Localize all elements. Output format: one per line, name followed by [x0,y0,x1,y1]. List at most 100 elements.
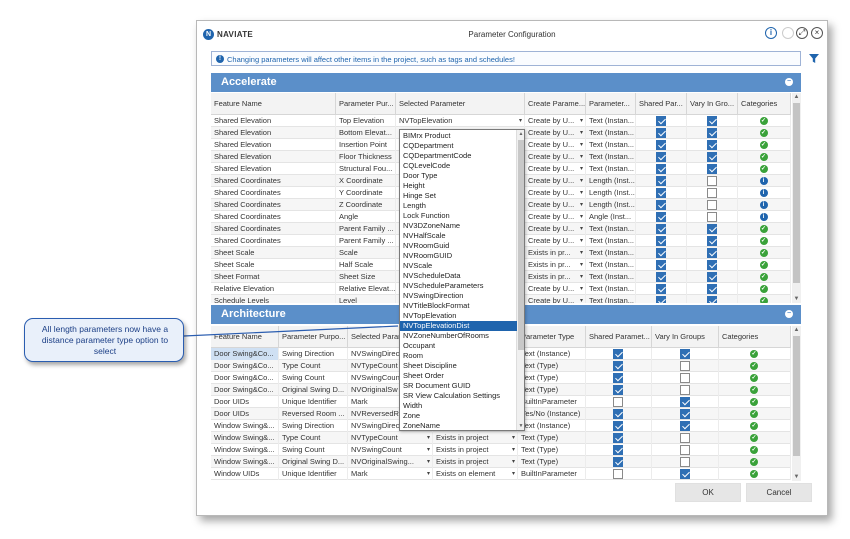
cell-categories[interactable]: ✓ [719,444,791,456]
cell-vary[interactable] [687,259,738,271]
cell-shared[interactable] [636,283,687,295]
chevron-down-icon[interactable]: ▾ [580,115,583,127]
cell-ptype[interactable]: Text (Type) [518,456,586,468]
chevron-down-icon[interactable]: ▾ [580,151,583,163]
chevron-down-icon[interactable]: ▾ [580,127,583,139]
chevron-down-icon[interactable]: ▾ [427,456,430,468]
check-circle-icon[interactable]: ✓ [759,249,768,257]
dropdown-option[interactable]: Lock Function [400,211,517,221]
cell-shared[interactable] [586,396,652,408]
cell-vary[interactable] [652,444,719,456]
cell-shared[interactable] [586,408,652,420]
cell-ptype[interactable]: Text (Instan... [586,295,636,303]
chevron-down-icon[interactable]: ▾ [580,271,583,283]
cell-ptype[interactable]: Text (Type) [518,360,586,372]
cell-shared[interactable] [636,115,687,127]
shared-parameter-checkbox[interactable] [655,200,666,210]
cell-shared[interactable] [636,139,687,151]
shared-parameter-checkbox[interactable] [613,373,623,383]
table-row[interactable]: Window Swing&... Swing Count NVSwingCount ▾… [211,444,791,456]
chevron-down-icon[interactable]: ▾ [580,187,583,199]
chevron-down-icon[interactable]: ▾ [580,235,583,247]
cell-vary[interactable] [652,468,719,480]
cell-categories[interactable]: ✓ [738,127,791,139]
check-circle-icon[interactable]: ✓ [759,225,768,233]
shared-parameter-checkbox[interactable] [655,188,666,198]
cell-vary[interactable] [687,271,738,283]
chevron-down-icon[interactable]: ▾ [512,456,515,468]
chevron-down-icon[interactable]: ▾ [580,139,583,151]
cell-categories[interactable]: i [738,175,791,187]
dropdown-option[interactable]: CQLevelCode [400,161,517,171]
dropdown-option[interactable]: NVScale [400,261,517,271]
shared-parameter-checkbox[interactable] [655,224,666,234]
vary-in-groups-checkbox[interactable] [679,385,690,395]
dropdown-option[interactable]: Sheet Discipline [400,361,517,371]
cell-vary[interactable] [687,211,738,223]
info-circle-icon[interactable]: i [759,213,768,221]
cell-vary[interactable] [687,283,738,295]
shared-parameter-checkbox[interactable] [655,164,666,174]
dropdown-scrollbar[interactable]: ▲ ▼ [516,130,524,430]
cell-create[interactable]: Create by U... ▾ [525,295,586,303]
chevron-down-icon[interactable]: ▾ [427,468,430,480]
cell-ptype[interactable]: Text (Instan... [586,139,636,151]
dropdown-option[interactable]: Sheet Order [400,371,517,381]
accelerate-section-header[interactable]: Accelerate − [211,73,801,92]
cell-ptype[interactable]: Text (Type) [518,432,586,444]
cell-create[interactable]: Create by U... ▾ [525,151,586,163]
cell-shared[interactable] [636,295,687,303]
shared-parameter-checkbox[interactable] [613,469,623,479]
cell-shared[interactable] [636,247,687,259]
cell-create[interactable]: Create by U... ▾ [525,163,586,175]
dropdown-option[interactable]: NVRoomGUID [400,251,517,261]
chevron-down-icon[interactable]: ▾ [427,432,430,444]
cell-categories[interactable]: ✓ [719,468,791,480]
chevron-down-icon[interactable]: ▾ [580,175,583,187]
cell-ptype[interactable]: Length (Inst... [586,187,636,199]
scroll-up-icon[interactable]: ▲ [792,326,801,334]
shared-parameter-checkbox[interactable] [613,349,623,359]
dropdown-option[interactable]: CQDepartmentCode [400,151,517,161]
vary-in-groups-checkbox[interactable] [679,469,690,479]
shared-parameter-checkbox[interactable] [655,140,666,150]
column-header[interactable]: Parameter Pur... [336,93,396,115]
cancel-button[interactable]: Cancel [746,483,812,502]
cell-categories[interactable]: ✓ [738,235,791,247]
scroll-up-icon[interactable]: ▲ [792,93,801,101]
cell-create[interactable]: Create by U... ▾ [525,115,586,127]
cell-categories[interactable]: i [738,199,791,211]
dropdown-option[interactable]: NVTopElevation [400,311,517,321]
dropdown-option[interactable]: Occupant [400,341,517,351]
vary-in-groups-checkbox[interactable] [706,116,717,126]
shared-parameter-checkbox[interactable] [613,457,623,467]
check-circle-icon[interactable]: ✓ [759,237,768,245]
cell-selected[interactable]: NVSwingCount ▾ [348,444,433,456]
dropdown-option[interactable]: Hinge Set [400,191,517,201]
chevron-down-icon[interactable]: ▾ [512,432,515,444]
cell-vary[interactable] [687,295,738,303]
check-circle-icon[interactable]: ✓ [750,350,758,358]
cell-ptype[interactable]: Angle (Inst... [586,211,636,223]
check-circle-icon[interactable]: ✓ [750,410,758,418]
check-circle-icon[interactable]: ✓ [750,446,758,454]
dropdown-option[interactable]: NVSwingDirection [400,291,517,301]
check-circle-icon[interactable]: ✓ [750,398,758,406]
check-circle-icon[interactable]: ✓ [759,153,768,161]
check-circle-icon[interactable]: ✓ [759,285,768,293]
dropdown-option[interactable]: NVHalfScale [400,231,517,241]
dropdown-option[interactable]: Length [400,201,517,211]
vary-in-groups-checkbox[interactable] [679,349,690,359]
accelerate-scrollbar[interactable]: ▲ ▼ [792,93,801,303]
cell-create[interactable]: Exists in pr... ▾ [525,259,586,271]
cell-vary[interactable] [687,139,738,151]
cell-create[interactable]: Create by U... ▾ [525,283,586,295]
cell-vary[interactable] [687,151,738,163]
cell-create[interactable]: Exists in project ▾ [433,456,518,468]
column-header[interactable]: Vary In Groups [652,326,719,348]
scroll-down-icon[interactable]: ▼ [792,295,801,303]
cell-vary[interactable] [652,456,719,468]
cell-categories[interactable]: i [738,211,791,223]
cell-shared[interactable] [586,456,652,468]
cell-selected[interactable]: NVOriginalSwing... ▾ [348,456,433,468]
